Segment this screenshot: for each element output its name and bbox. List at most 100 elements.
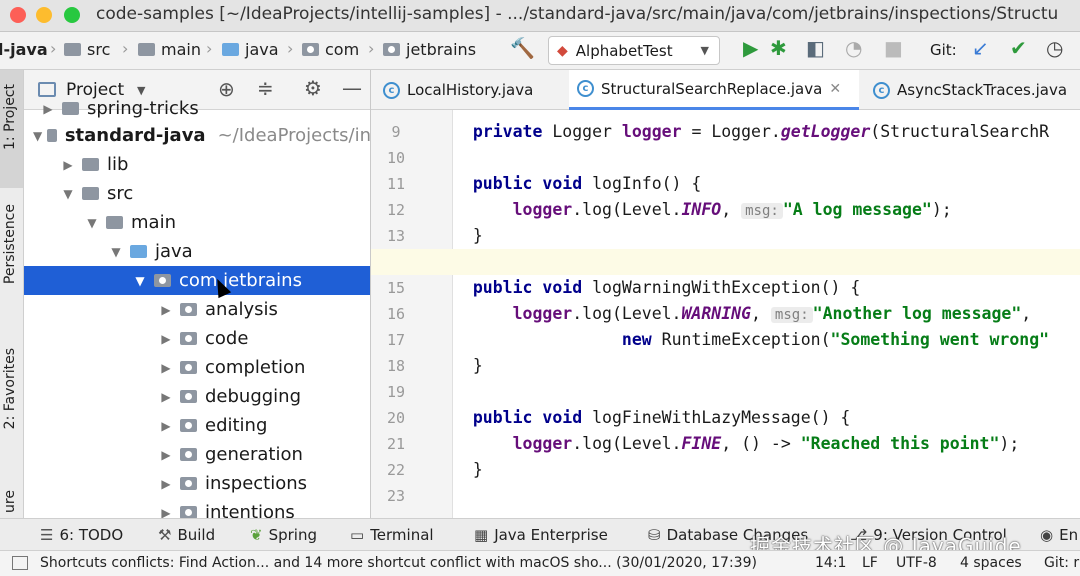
stop-icon[interactable]: ■	[884, 36, 903, 60]
maximize-window-button[interactable]	[64, 7, 80, 23]
code-token: ,	[1021, 304, 1032, 323]
tree-item-label: code	[205, 328, 249, 349]
breadcrumb-src[interactable]: src	[64, 40, 110, 59]
favorites-tool-tab[interactable]: 2: Favorites	[2, 348, 18, 429]
expand-arrow-right-icon[interactable]: ▶	[156, 448, 176, 462]
tab-localhistory[interactable]: c LocalHistory.java	[375, 70, 541, 110]
code-token: }	[472, 226, 483, 245]
tree-item-label: editing	[205, 415, 268, 436]
code-line[interactable]: public void logWarningWithException() {	[453, 275, 1080, 301]
folder-icon	[130, 245, 147, 258]
project-tool-tab[interactable]: 1: Project	[2, 84, 18, 150]
package-icon	[180, 390, 197, 403]
minimize-window-button[interactable]	[36, 7, 52, 23]
expand-arrow-right-icon[interactable]: ▶	[156, 332, 176, 346]
folder-icon	[82, 158, 99, 171]
status-panel-icon[interactable]	[12, 556, 28, 570]
line-number: 9	[391, 123, 401, 141]
code-token: logger	[621, 122, 682, 141]
coverage-icon[interactable]: ◧	[806, 36, 825, 60]
tree-item[interactable]: ▶ generation	[24, 440, 370, 469]
breadcrumb-module[interactable]: l-java	[0, 40, 48, 59]
current-line-highlight	[371, 249, 1080, 275]
code-token: INFO	[681, 200, 722, 219]
structure-tool-tab[interactable]: ure	[2, 490, 18, 513]
tree-item[interactable]: ▶ debugging	[24, 382, 370, 411]
tree-item[interactable]: ▼ standard-java ~/IdeaProjects/in	[24, 121, 370, 150]
code-line[interactable]: public void logInfo() {	[453, 171, 1080, 197]
tree-item[interactable]: ▶ completion	[24, 353, 370, 382]
tab-asyncstacktraces[interactable]: c AsyncStackTraces.java	[865, 70, 1075, 110]
code-token: RuntimeException(	[651, 330, 831, 349]
tree-item[interactable]: ▶ lib	[24, 150, 370, 179]
tree-item-label: lib	[107, 154, 129, 175]
tab-structuralsearchreplace[interactable]: c StructuralSearchReplace.java ✕	[569, 70, 859, 110]
code-line[interactable]: }	[453, 457, 1080, 483]
git-branch[interactable]: Git: r	[1044, 555, 1079, 571]
run-configuration-select[interactable]: ◆ AlphabetTest ▼	[548, 36, 720, 65]
line-number: 23	[386, 487, 406, 505]
expand-arrow-down-icon[interactable]: ▼	[32, 129, 43, 143]
code-line[interactable]: logger.log(Level.FINE, () -> "Reached th…	[453, 431, 1080, 457]
status-message[interactable]: Shortcuts conflicts: Find Action... and …	[40, 555, 757, 571]
tree-item-label: src	[107, 183, 134, 204]
line-separator[interactable]: LF	[862, 555, 878, 571]
expand-arrow-right-icon[interactable]: ▶	[156, 419, 176, 433]
tree-item[interactable]: ▼ com.jetbrains	[24, 266, 370, 295]
expand-arrow-down-icon[interactable]: ▼	[130, 274, 150, 288]
build-hammer-icon[interactable]: 🔨	[510, 36, 535, 60]
close-window-button[interactable]	[10, 7, 26, 23]
tree-item[interactable]: ▶ inspections	[24, 469, 370, 498]
tree-item[interactable]: ▶ editing	[24, 411, 370, 440]
spring-tool-button[interactable]: ❦ Spring	[250, 526, 317, 544]
expand-arrow-right-icon[interactable]: ▶	[156, 506, 176, 519]
indent-setting[interactable]: 4 spaces	[960, 555, 1022, 571]
code-line[interactable]: }	[453, 223, 1080, 249]
caret-position[interactable]: 14:1	[815, 555, 846, 571]
code-token: = Logger.	[681, 122, 781, 141]
event-log-tool-button[interactable]: ◉ En	[1040, 526, 1078, 544]
tree-item[interactable]: ▶ intentions	[24, 498, 370, 519]
todo-tool-button[interactable]: ☰ 6: TODO	[40, 526, 123, 544]
tree-item[interactable]: ▶ spring-tricks	[24, 94, 370, 123]
debug-icon[interactable]: ✱	[770, 36, 787, 60]
code-line[interactable]: new RuntimeException("Something went wro…	[453, 327, 1080, 353]
code-line[interactable]: logger.log(Level.WARNING, msg: "Another l…	[453, 301, 1080, 327]
tree-item[interactable]: ▼ java	[24, 237, 370, 266]
git-commit-icon[interactable]: ✔	[1010, 36, 1027, 60]
editor-area: c LocalHistory.java c StructuralSearchRe…	[371, 70, 1080, 518]
java-enterprise-tool-button[interactable]: ▦ Java Enterprise	[474, 526, 608, 544]
tree-item[interactable]: ▼ main	[24, 208, 370, 237]
expand-arrow-right-icon[interactable]: ▶	[38, 102, 58, 116]
breadcrumb-jetbrains[interactable]: jetbrains	[383, 40, 476, 59]
tree-item[interactable]: ▼ src	[24, 179, 370, 208]
git-history-icon[interactable]: ◷	[1046, 36, 1063, 60]
run-icon[interactable]: ▶	[743, 36, 758, 60]
build-tool-button[interactable]: ⚒ Build	[158, 526, 215, 544]
tree-item[interactable]: ▶ code	[24, 324, 370, 353]
code-line[interactable]: public void logFineWithLazyMessage() {	[453, 405, 1080, 431]
expand-arrow-right-icon[interactable]: ▶	[156, 477, 176, 491]
test-config-icon: ◆	[557, 42, 568, 59]
expand-arrow-right-icon[interactable]: ▶	[156, 361, 176, 375]
expand-arrow-right-icon[interactable]: ▶	[58, 158, 78, 172]
code-line[interactable]: }	[453, 353, 1080, 379]
code-line[interactable]: logger.log(Level.INFO, msg: "A log messag…	[453, 197, 1080, 223]
breadcrumb-java[interactable]: java	[222, 40, 279, 59]
tree-item[interactable]: ▶ analysis	[24, 295, 370, 324]
terminal-tool-button[interactable]: ▭ Terminal	[350, 526, 434, 544]
tree-item-label: spring-tricks	[87, 98, 199, 119]
git-update-icon[interactable]: ↙	[972, 36, 989, 60]
breadcrumb-com[interactable]: com	[302, 40, 359, 59]
profile-icon[interactable]: ◔	[845, 36, 862, 60]
code-line[interactable]: private Logger logger = Logger.getLogger…	[453, 119, 1080, 145]
persistence-tool-tab[interactable]: Persistence	[2, 204, 18, 284]
expand-arrow-down-icon[interactable]: ▼	[58, 187, 78, 201]
file-encoding[interactable]: UTF-8	[896, 555, 937, 571]
expand-arrow-right-icon[interactable]: ▶	[156, 390, 176, 404]
expand-arrow-right-icon[interactable]: ▶	[156, 303, 176, 317]
breadcrumb-main[interactable]: main	[138, 40, 201, 59]
expand-arrow-down-icon[interactable]: ▼	[106, 245, 126, 259]
expand-arrow-down-icon[interactable]: ▼	[82, 216, 102, 230]
close-tab-icon[interactable]: ✕	[829, 81, 841, 97]
